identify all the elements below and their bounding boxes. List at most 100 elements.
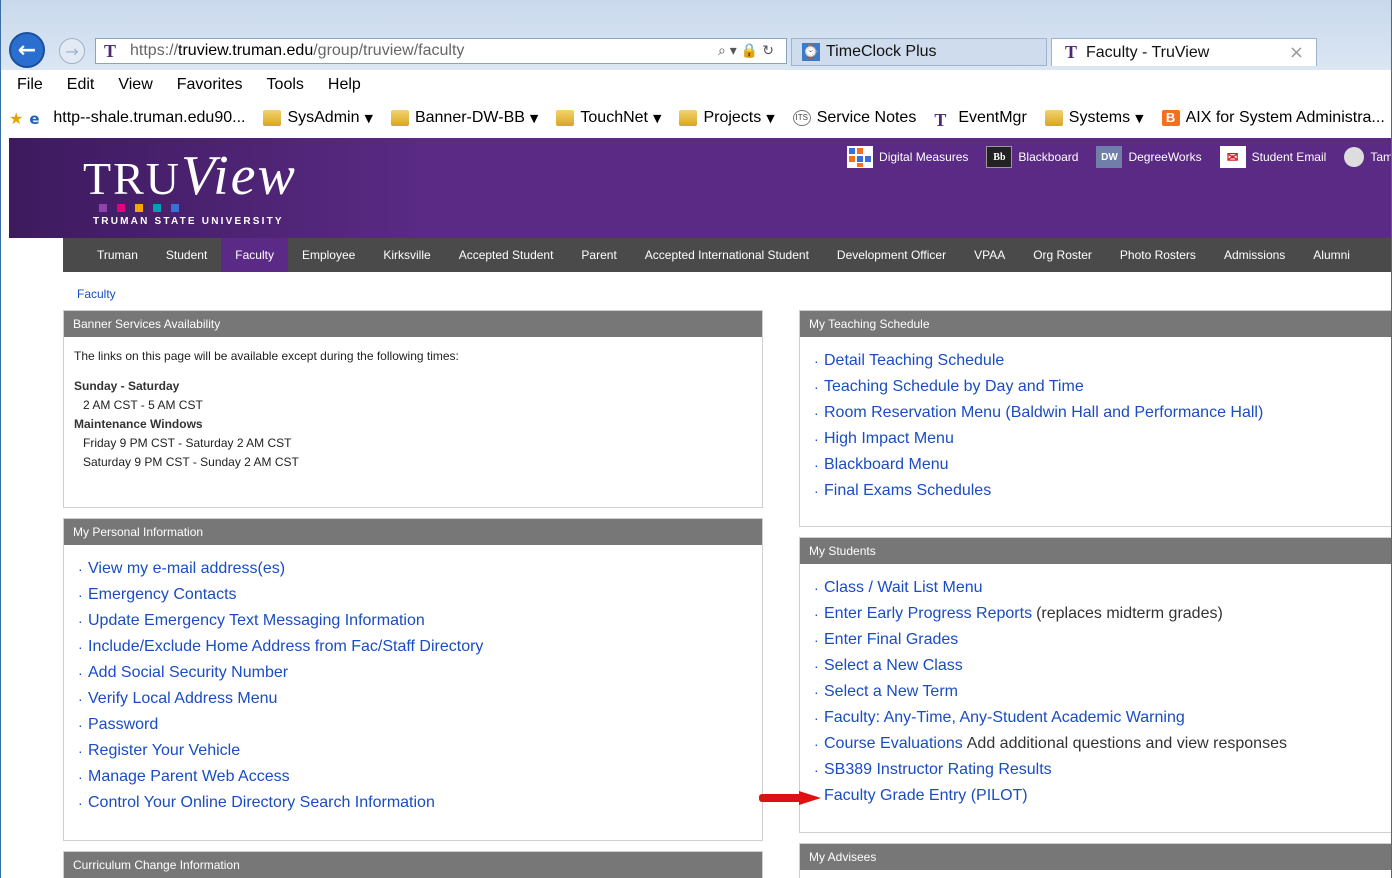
logo-wordmark: TRUView bbox=[83, 145, 297, 207]
favorite-eventmgr[interactable]: T EventMgr bbox=[934, 109, 1026, 130]
availability-intro: The links on this page will be available… bbox=[74, 349, 459, 363]
link-note: (replaces midterm grades) bbox=[1036, 605, 1223, 622]
link-final-exams[interactable]: Final Exams Schedules bbox=[824, 482, 991, 500]
link-select-new-term[interactable]: Select a New Term bbox=[824, 683, 958, 701]
breadcrumb[interactable]: Faculty bbox=[77, 287, 116, 301]
add-favorites-star-icon[interactable]: ★ bbox=[9, 109, 23, 128]
favorite-shale[interactable]: e http--shale.truman.edu90... bbox=[29, 109, 245, 128]
mail-icon: ✉ bbox=[1219, 146, 1246, 168]
list-item: Detail Teaching Schedule bbox=[800, 348, 1391, 374]
address-bar-icons[interactable]: ⌕▾🔒↻ bbox=[718, 43, 778, 59]
truman-t-icon: T bbox=[934, 110, 947, 130]
link-detail-teaching-schedule[interactable]: Detail Teaching Schedule bbox=[824, 352, 1004, 370]
link-emergency-text[interactable]: Update Emergency Text Messaging Informat… bbox=[88, 612, 425, 630]
link-parent-web-access[interactable]: Manage Parent Web Access bbox=[88, 768, 290, 786]
quicklink-digital-measures[interactable]: Digital Measures bbox=[847, 146, 968, 168]
tab-label: Faculty - TruView bbox=[1086, 43, 1210, 61]
logo-dot bbox=[99, 204, 107, 212]
address-url[interactable]: https://truview.truman.edu/group/truview… bbox=[130, 42, 464, 60]
folder-icon bbox=[390, 110, 409, 126]
truview-logo[interactable]: TRUView TRUMAN STATE UNIVERSITY bbox=[83, 144, 297, 227]
forward-button[interactable]: → bbox=[59, 38, 85, 64]
favorite-aix[interactable]: B AIX for System Administra... bbox=[1161, 109, 1385, 127]
link-password[interactable]: Password bbox=[88, 716, 158, 734]
chevron-down-icon: ▼ bbox=[652, 111, 662, 125]
tab-timeclock-plus[interactable]: ⌚ TimeClock Plus bbox=[791, 38, 1047, 66]
favorite-service-notes[interactable]: ITS Service Notes bbox=[792, 109, 916, 127]
link-register-vehicle[interactable]: Register Your Vehicle bbox=[88, 742, 240, 760]
menu-tools[interactable]: Tools bbox=[267, 76, 304, 94]
address-bar[interactable]: T https://truview.truman.edu/group/truvi… bbox=[95, 38, 787, 64]
nav-kirksville[interactable]: Kirksville bbox=[369, 238, 444, 272]
link-class-wait-list[interactable]: Class / Wait List Menu bbox=[824, 579, 983, 597]
link-schedule-day-time[interactable]: Teaching Schedule by Day and Time bbox=[824, 378, 1084, 396]
panel-curriculum-change: Curriculum Change Information bbox=[63, 851, 763, 878]
nav-alumni[interactable]: Alumni bbox=[1299, 238, 1364, 272]
link-emergency-contacts[interactable]: Emergency Contacts bbox=[88, 586, 237, 604]
students-links: Class / Wait List Menu Enter Early Progr… bbox=[800, 564, 1391, 809]
list-item: View my e-mail address(es) bbox=[64, 556, 762, 582]
nav-faculty[interactable]: Faculty bbox=[221, 238, 288, 272]
quicklink-student-email[interactable]: ✉ Student Email bbox=[1219, 146, 1326, 168]
tab-faculty-truview[interactable]: T Faculty - TruView × bbox=[1051, 38, 1317, 66]
folder-icon bbox=[679, 110, 698, 126]
panel-banner-services: Banner Services Availability The links o… bbox=[63, 310, 763, 508]
personal-info-links: View my e-mail address(es) Emergency Con… bbox=[64, 545, 762, 816]
nav-accepted-student[interactable]: Accepted Student bbox=[445, 238, 568, 272]
nav-development-officer[interactable]: Development Officer bbox=[823, 238, 960, 272]
close-icon[interactable]: × bbox=[1289, 42, 1304, 63]
degreeworks-icon: DW bbox=[1096, 146, 1123, 168]
nav-admissions[interactable]: Admissions bbox=[1210, 238, 1299, 272]
panel-title: Curriculum Change Information bbox=[64, 852, 762, 878]
link-verify-local-address[interactable]: Verify Local Address Menu bbox=[88, 690, 277, 708]
link-select-new-class[interactable]: Select a New Class bbox=[824, 657, 963, 675]
menu-edit[interactable]: Edit bbox=[67, 76, 95, 94]
nav-vpaa[interactable]: VPAA bbox=[960, 238, 1019, 272]
link-academic-warning[interactable]: Faculty: Any-Time, Any-Student Academic … bbox=[824, 709, 1185, 727]
nav-photo-rosters[interactable]: Photo Rosters bbox=[1106, 238, 1210, 272]
favorite-sysadmin[interactable]: SysAdmin ▼ bbox=[263, 109, 373, 127]
favorite-systems[interactable]: Systems ▼ bbox=[1044, 109, 1144, 127]
chevron-down-icon: ▼ bbox=[529, 111, 539, 125]
teaching-links: Detail Teaching Schedule Teaching Schedu… bbox=[800, 337, 1391, 504]
nav-parent[interactable]: Parent bbox=[567, 238, 630, 272]
link-early-progress-reports[interactable]: Enter Early Progress Reports bbox=[824, 605, 1032, 623]
favorite-projects[interactable]: Projects ▼ bbox=[679, 109, 775, 127]
link-room-reservation[interactable]: Room Reservation Menu (Baldwin Hall and … bbox=[824, 404, 1263, 422]
list-item: Class / Wait List Menu bbox=[800, 575, 1391, 601]
chevron-down-icon: ▼ bbox=[364, 111, 373, 125]
top-navigation: Truman Student Faculty Employee Kirksvil… bbox=[63, 238, 1391, 272]
link-home-address-directory[interactable]: Include/Exclude Home Address from Fac/St… bbox=[88, 638, 483, 656]
availability-heading: Sunday - Saturday bbox=[74, 379, 180, 393]
nav-org-roster[interactable]: Org Roster bbox=[1019, 238, 1106, 272]
nav-accepted-international-student[interactable]: Accepted International Student bbox=[631, 238, 823, 272]
link-faculty-grade-entry[interactable]: Faculty Grade Entry (PILOT) bbox=[824, 787, 1028, 805]
link-high-impact[interactable]: High Impact Menu bbox=[824, 430, 954, 448]
menu-file[interactable]: File bbox=[17, 76, 43, 94]
menu-help[interactable]: Help bbox=[328, 76, 361, 94]
link-enter-final-grades[interactable]: Enter Final Grades bbox=[824, 631, 958, 649]
browser-titlebar: ← → T https://truview.truman.edu/group/t… bbox=[1, 0, 1391, 70]
link-course-evaluations[interactable]: Course Evaluations bbox=[824, 735, 963, 753]
list-item: Blackboard Menu bbox=[800, 452, 1391, 478]
link-sb389-results[interactable]: SB389 Instructor Rating Results bbox=[824, 761, 1052, 779]
quicklink-degreeworks[interactable]: DW DegreeWorks bbox=[1096, 146, 1202, 168]
menu-view[interactable]: View bbox=[118, 76, 152, 94]
nav-truman[interactable]: Truman bbox=[63, 238, 152, 272]
link-view-email[interactable]: View my e-mail address(es) bbox=[88, 560, 285, 578]
nav-student[interactable]: Student bbox=[152, 238, 221, 272]
nav-employee[interactable]: Employee bbox=[288, 238, 369, 272]
back-button[interactable]: ← bbox=[9, 32, 45, 68]
logo-dot bbox=[135, 204, 143, 212]
list-item: Control Your Online Directory Search Inf… bbox=[64, 790, 762, 816]
link-blackboard-menu[interactable]: Blackboard Menu bbox=[824, 456, 949, 474]
favorite-banner-dw-bb[interactable]: Banner-DW-BB ▼ bbox=[390, 109, 539, 127]
quicklink-user[interactable]: Tam bbox=[1344, 147, 1391, 167]
link-add-ssn[interactable]: Add Social Security Number bbox=[88, 664, 288, 682]
favorite-touchnet[interactable]: TouchNet ▼ bbox=[556, 109, 661, 127]
link-directory-search[interactable]: Control Your Online Directory Search Inf… bbox=[88, 794, 435, 812]
list-item: Register Your Vehicle bbox=[64, 738, 762, 764]
quicklink-blackboard[interactable]: Bb Blackboard bbox=[986, 146, 1078, 168]
menu-favorites[interactable]: Favorites bbox=[177, 76, 243, 94]
truman-t-icon: T bbox=[104, 40, 117, 61]
